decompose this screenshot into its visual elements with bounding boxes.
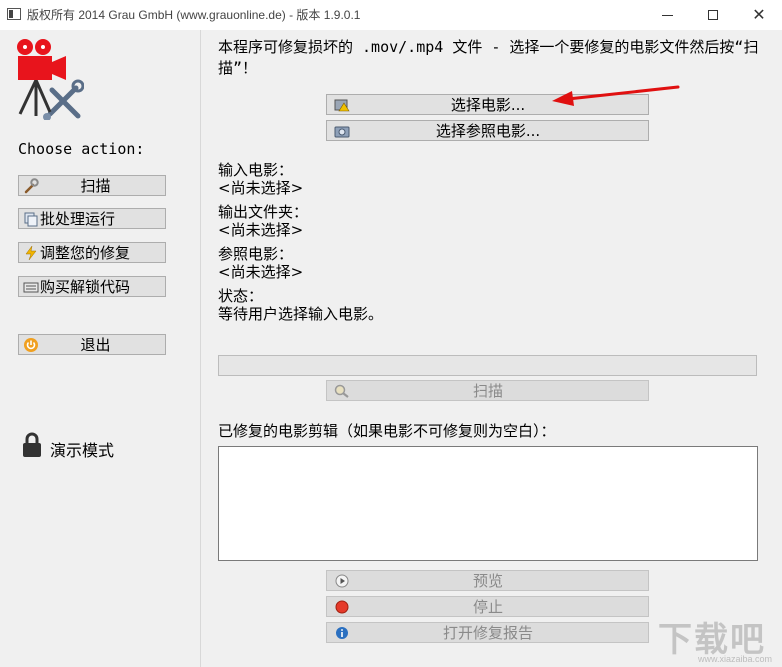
stop-button-label: 停止 [472, 598, 503, 616]
app-icon [7, 8, 21, 20]
scan-sidebar-label: 扫描 [80, 177, 111, 195]
maximize-icon [708, 10, 718, 20]
red-arrow-annotation [552, 85, 680, 106]
exit-label: 退出 [80, 336, 111, 354]
scan-button-label: 扫描 [472, 382, 503, 400]
exit-button[interactable]: 退出 [18, 334, 166, 355]
status-value: 等待用户选择输入电影。 [218, 305, 384, 323]
reference-movie-value: <尚未选择> [218, 263, 304, 281]
power-icon [22, 337, 40, 353]
copy-icon [22, 211, 40, 227]
choose-action-label: Choose action: [18, 140, 145, 158]
repaired-clips-list[interactable] [218, 446, 758, 561]
adjust-repair-button[interactable]: 调整您的修复 [18, 242, 166, 263]
close-button[interactable]: ✕ [736, 0, 782, 30]
demo-mode-label: 演示模式 [50, 441, 115, 460]
open-report-label: 打开修复报告 [442, 624, 533, 642]
info-icon [334, 626, 350, 640]
select-reference-movie-label: 选择参照电影... [435, 122, 541, 140]
adjust-repair-label: 调整您的修复 [40, 244, 131, 262]
movie-warning-icon [334, 98, 350, 112]
play-icon [334, 574, 350, 588]
keyboard-icon [22, 279, 40, 295]
lightning-icon [22, 245, 40, 261]
app-logo [17, 39, 84, 120]
batch-run-button[interactable]: 批处理运行 [18, 208, 166, 229]
scan-sidebar-button[interactable]: 扫描 [18, 175, 166, 196]
output-folder-value: <尚未选择> [218, 221, 304, 239]
maximize-button[interactable] [690, 0, 736, 30]
progress-bar [218, 355, 757, 376]
window-title: 版权所有 2014 Grau GmbH (www.grauonline.de) … [27, 8, 361, 22]
repaired-clips-label: 已修复的电影剪辑（如果电影不可修复则为空白）： [218, 422, 556, 440]
scan-button[interactable]: 扫描 [326, 380, 649, 401]
close-icon: ✕ [752, 5, 766, 24]
buy-unlock-code-label: 购买解锁代码 [40, 278, 131, 296]
stop-icon [334, 600, 350, 614]
wrench-icon [22, 177, 40, 194]
watermark-logo: 下载吧 www.xiazaiba.com [658, 620, 773, 664]
minimize-icon [661, 14, 673, 16]
title-bar: 版权所有 2014 Grau GmbH (www.grauonline.de) … [0, 0, 782, 30]
preview-button-label: 预览 [472, 572, 503, 590]
stop-button[interactable]: 停止 [326, 596, 649, 617]
buy-unlock-code-button[interactable]: 购买解锁代码 [18, 276, 166, 297]
input-movie-value: <尚未选择> [218, 179, 304, 197]
instruction-text: 本程序可修复损坏的 .mov/.mp4 文件 - 选择一个要修复的电影文件然后按… [218, 38, 759, 77]
lock-icon [23, 432, 41, 457]
preview-button[interactable]: 预览 [326, 570, 649, 591]
select-reference-movie-button[interactable]: 选择参照电影... [326, 120, 649, 141]
magnifier-icon [334, 384, 350, 398]
open-report-button[interactable]: 打开修复报告 [326, 622, 649, 643]
batch-run-label: 批处理运行 [40, 210, 116, 228]
minimize-button[interactable] [644, 0, 690, 30]
camera-icon [334, 124, 350, 138]
sidebar-divider [200, 30, 201, 667]
